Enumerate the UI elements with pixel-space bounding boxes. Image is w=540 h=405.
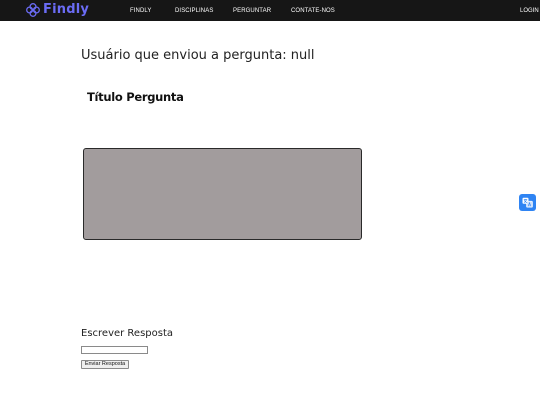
submit-answer-button[interactable]: Enviar Resposta (81, 360, 129, 369)
question-author-line: Usuário que enviou a pergunta: null (81, 48, 315, 63)
answer-label: Escrever Resposta (81, 328, 174, 339)
brand-name: Findly (43, 2, 90, 17)
answer-input[interactable] (81, 346, 148, 354)
question-body-box (83, 148, 362, 240)
translate-button[interactable] (519, 194, 536, 211)
top-navbar: Findly FINDLY DISCIPLINAS PERGUNTAR CONT… (0, 0, 540, 21)
nav-link-login[interactable]: LOGIN O (520, 7, 540, 15)
nav-link-perguntar[interactable]: PERGUNTAR (233, 7, 271, 15)
translate-icon (522, 193, 533, 212)
question-title: Título Pergunta (87, 90, 184, 104)
flower-logo-icon (26, 3, 40, 17)
nav-link-findly[interactable]: FINDLY (130, 7, 152, 15)
nav-link-contate-nos[interactable]: CONTATE-NOS (291, 7, 335, 15)
brand-logo[interactable]: Findly (26, 2, 89, 18)
nav-link-disciplinas[interactable]: DISCIPLINAS (175, 7, 213, 15)
